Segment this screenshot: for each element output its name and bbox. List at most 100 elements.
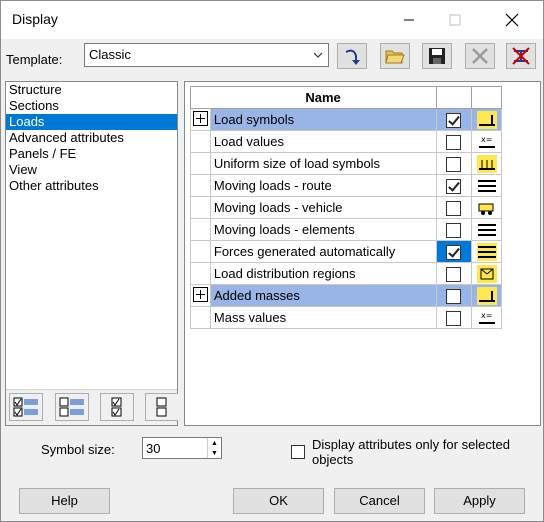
maximize-button[interactable] bbox=[432, 1, 478, 39]
row-name[interactable]: Moving loads - elements bbox=[209, 218, 437, 241]
row-symbol-cell[interactable] bbox=[471, 240, 502, 263]
spin-down-button[interactable]: ▼ bbox=[208, 448, 221, 458]
help-button[interactable]: Help bbox=[19, 488, 110, 514]
grid-row[interactable]: Moving loads - route bbox=[190, 174, 502, 197]
reset-filter-button[interactable] bbox=[506, 43, 536, 69]
grid-row[interactable]: Forces generated automatically bbox=[190, 240, 502, 263]
sidebar-item-sections[interactable]: Sections bbox=[6, 98, 177, 114]
minimize-button[interactable] bbox=[386, 1, 432, 39]
row-check-cell bbox=[435, 174, 473, 197]
selected-only-checkbox[interactable] bbox=[291, 445, 305, 459]
close-button[interactable] bbox=[489, 1, 535, 39]
row-expander-cell[interactable] bbox=[190, 108, 211, 131]
row-checkbox[interactable] bbox=[446, 244, 462, 260]
row-expander-cell bbox=[190, 240, 211, 263]
filter-off-icon bbox=[512, 47, 530, 65]
apply-button[interactable]: Apply bbox=[434, 488, 525, 514]
load-value-icon: x= bbox=[476, 132, 497, 151]
row-checkbox[interactable] bbox=[446, 222, 462, 238]
sidebar-toolbar bbox=[6, 389, 179, 425]
template-label: Template: bbox=[6, 52, 63, 67]
row-name[interactable]: Load symbols bbox=[209, 108, 437, 131]
category-list[interactable]: Structure Sections Loads Advanced attribute… bbox=[5, 81, 179, 426]
delete-template-button[interactable] bbox=[465, 43, 495, 69]
template-select[interactable]: Classic bbox=[84, 43, 329, 67]
auto-forces-icon bbox=[476, 242, 497, 261]
load-symbol-icon bbox=[476, 110, 497, 129]
check-selected-button[interactable] bbox=[100, 393, 134, 421]
check-all-button[interactable] bbox=[9, 393, 43, 421]
sidebar-item-other-attributes[interactable]: Other attributes bbox=[6, 178, 177, 194]
check-all-icon bbox=[13, 397, 38, 417]
row-checkbox[interactable] bbox=[446, 310, 462, 326]
row-symbol-cell[interactable] bbox=[471, 284, 502, 307]
row-checkbox[interactable] bbox=[446, 200, 462, 216]
symbol-size-label: Symbol size: bbox=[41, 442, 115, 457]
row-name[interactable]: Moving loads - vehicle bbox=[209, 196, 437, 219]
window-title: Display bbox=[12, 11, 58, 27]
spin-up-button[interactable]: ▲ bbox=[208, 438, 221, 448]
sidebar-item-view[interactable]: View bbox=[6, 162, 177, 178]
row-symbol-cell[interactable] bbox=[471, 152, 502, 175]
row-symbol-cell[interactable] bbox=[471, 108, 502, 131]
row-name[interactable]: Load distribution regions bbox=[209, 262, 437, 285]
row-expander-cell bbox=[190, 218, 211, 241]
row-symbol-cell[interactable] bbox=[471, 196, 502, 219]
row-symbol-cell[interactable] bbox=[471, 262, 502, 285]
row-checkbox[interactable] bbox=[446, 156, 462, 172]
row-symbol-cell[interactable] bbox=[471, 218, 502, 241]
symbol-size-value[interactable]: 30 bbox=[146, 441, 160, 456]
grid-row[interactable]: Mass values x= bbox=[190, 306, 502, 329]
ok-button[interactable]: OK bbox=[233, 488, 324, 514]
save-template-button[interactable] bbox=[422, 43, 452, 69]
svg-text:x=: x= bbox=[481, 135, 492, 144]
sidebar-item-panels-fe[interactable]: Panels / FE bbox=[6, 146, 177, 162]
mass-value-icon: x= bbox=[476, 308, 497, 327]
uncheck-all-button[interactable] bbox=[55, 393, 89, 421]
row-expander-cell bbox=[190, 196, 211, 219]
open-folder-button[interactable] bbox=[380, 43, 410, 69]
grid-row[interactable]: Load distribution regions bbox=[190, 262, 502, 285]
chevron-down-icon bbox=[313, 52, 323, 58]
row-expander-cell[interactable] bbox=[190, 284, 211, 307]
row-symbol-cell[interactable] bbox=[471, 174, 502, 197]
grid-header-expand bbox=[190, 86, 211, 109]
row-checkbox[interactable] bbox=[446, 178, 462, 194]
cancel-button[interactable]: Cancel bbox=[334, 488, 425, 514]
row-checkbox[interactable] bbox=[446, 288, 462, 304]
row-symbol-cell[interactable]: x= bbox=[471, 306, 502, 329]
selected-only-label: Display attributes only for selected obj… bbox=[312, 437, 510, 467]
row-check-cell bbox=[435, 152, 473, 175]
uncheck-selected-button[interactable] bbox=[145, 393, 179, 421]
row-name[interactable]: Forces generated automatically bbox=[209, 240, 437, 263]
sidebar-item-loads[interactable]: Loads bbox=[6, 114, 177, 130]
grid-row[interactable]: Uniform size of load symbols bbox=[190, 152, 502, 175]
row-checkbox[interactable] bbox=[446, 112, 462, 128]
row-checkbox[interactable] bbox=[446, 266, 462, 282]
elements-lines-icon bbox=[476, 220, 497, 239]
row-name[interactable]: Moving loads - route bbox=[209, 174, 437, 197]
grid-row[interactable]: Moving loads - vehicle bbox=[190, 196, 502, 219]
grid-row[interactable]: Load symbols bbox=[190, 108, 502, 131]
grid-row[interactable]: Added masses bbox=[190, 284, 502, 307]
title-bar: Display bbox=[1, 1, 543, 39]
template-value: Classic bbox=[89, 47, 131, 62]
expand-plus-icon[interactable] bbox=[192, 286, 208, 302]
svg-text:x=: x= bbox=[481, 311, 492, 320]
load-template-button[interactable] bbox=[337, 43, 367, 69]
row-symbol-cell[interactable]: x= bbox=[471, 130, 502, 153]
row-checkbox[interactable] bbox=[446, 134, 462, 150]
expand-plus-icon[interactable] bbox=[192, 110, 208, 126]
sidebar-item-advanced-attributes[interactable]: Advanced attributes bbox=[6, 130, 177, 146]
row-expander-cell bbox=[190, 152, 211, 175]
row-name[interactable]: Added masses bbox=[209, 284, 437, 307]
row-name[interactable]: Uniform size of load symbols bbox=[209, 152, 437, 175]
row-name[interactable]: Load values bbox=[209, 130, 437, 153]
load-arrow-icon bbox=[345, 49, 360, 65]
symbol-size-spinner[interactable]: 30 ▲ ▼ bbox=[142, 437, 222, 459]
sidebar-item-structure[interactable]: Structure bbox=[6, 82, 177, 98]
row-expander-cell bbox=[190, 174, 211, 197]
grid-row[interactable]: Load values x= bbox=[190, 130, 502, 153]
row-name[interactable]: Mass values bbox=[209, 306, 437, 329]
grid-row[interactable]: Moving loads - elements bbox=[190, 218, 502, 241]
